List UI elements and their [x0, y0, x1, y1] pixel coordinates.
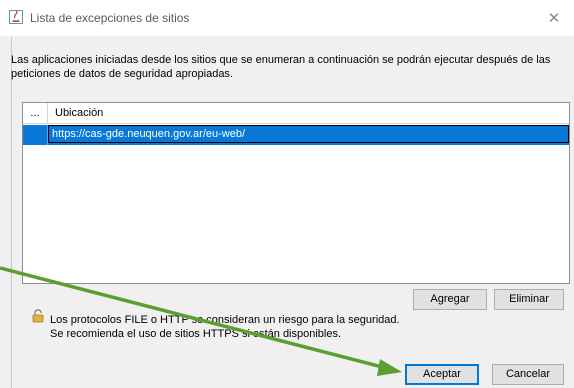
warning-line-1: Los protocolos FILE o HTTP se consideran… — [50, 314, 400, 326]
ok-button[interactable]: Aceptar — [405, 364, 479, 385]
location-cell-editor[interactable]: https://cas-gde.neuquen.gov.ar/eu-web/ — [48, 125, 569, 143]
exception-site-table[interactable]: ... Ubicación https://cas-gde.neuquen.go… — [22, 102, 570, 284]
lock-icon — [32, 309, 44, 323]
warning-line-2: Se recomienda el uso de sitios HTTPS si … — [50, 328, 342, 340]
title-bar: Lista de excepciones de sitios ✕ — [0, 0, 574, 36]
close-button[interactable]: ✕ — [534, 0, 574, 36]
row-marker — [23, 125, 48, 145]
cancel-button[interactable]: Cancelar — [492, 364, 564, 385]
table-row[interactable]: https://cas-gde.neuquen.gov.ar/eu-web/ — [23, 125, 569, 145]
table-header: ... Ubicación — [23, 103, 569, 124]
add-button[interactable]: Agregar — [413, 289, 487, 310]
column-header-index[interactable]: ... — [23, 103, 48, 123]
description-text: Las aplicaciones iniciadas desde los sit… — [11, 54, 551, 80]
window-title: Lista de excepciones de sitios — [30, 11, 190, 25]
remove-button[interactable]: Eliminar — [494, 289, 564, 310]
column-header-location[interactable]: Ubicación — [55, 103, 103, 123]
java-icon — [9, 10, 23, 24]
close-icon: ✕ — [547, 10, 561, 27]
